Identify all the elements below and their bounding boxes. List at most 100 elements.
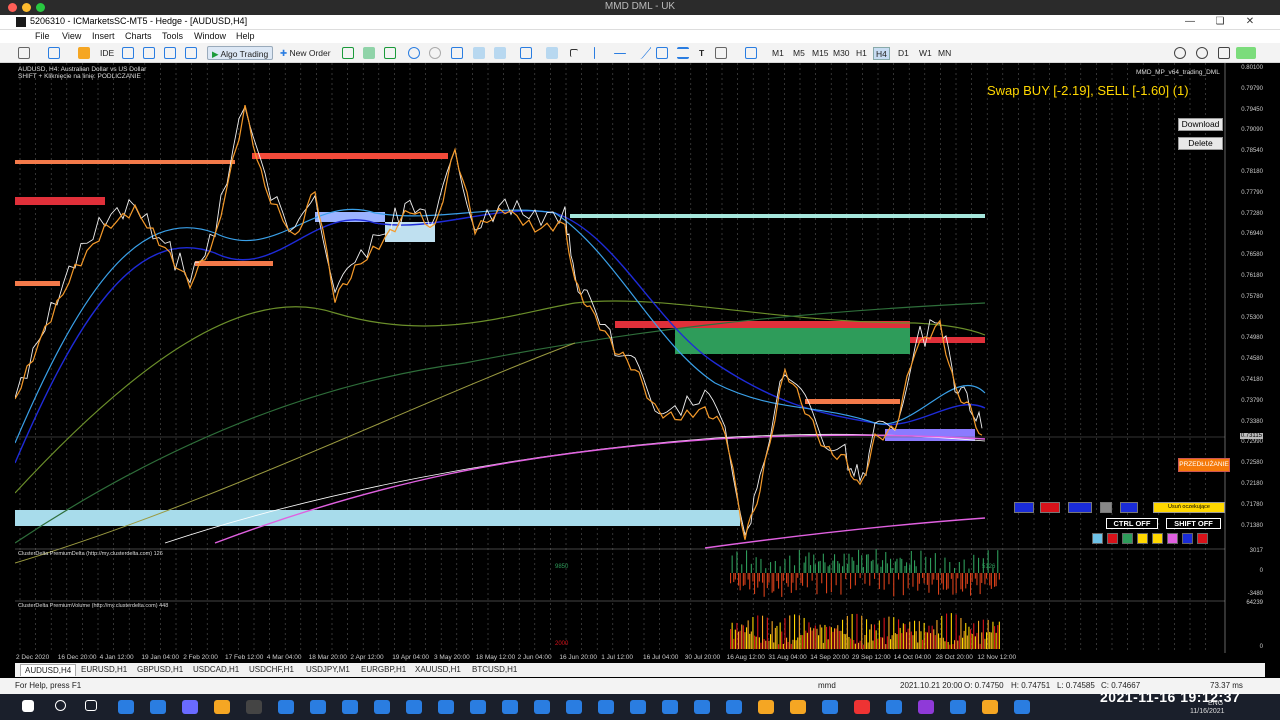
ctrl-off-button[interactable]: CTRL OFF: [1106, 518, 1158, 529]
fibonacci-icon[interactable]: [677, 47, 689, 59]
new-order-button[interactable]: ✚ New Order: [277, 46, 334, 60]
taskbar-app-icon[interactable]: [790, 700, 806, 714]
taskbar-app-icon[interactable]: [630, 700, 646, 714]
shapes-icon[interactable]: [715, 47, 727, 59]
cursor-icon[interactable]: [546, 47, 558, 59]
grey-button[interactable]: [1100, 502, 1112, 513]
blue-button[interactable]: [1068, 502, 1092, 513]
taskbar-app-icon[interactable]: [406, 700, 422, 714]
period-icon[interactable]: [745, 47, 757, 59]
delete-button[interactable]: Delete: [1178, 137, 1223, 150]
taskbar-app-icon[interactable]: [886, 700, 902, 714]
symbol-tab[interactable]: EURGBP,H1: [357, 664, 410, 676]
task-view-icon[interactable]: [85, 700, 97, 711]
text-tool-icon[interactable]: T: [699, 46, 704, 60]
taskbar-app-icon[interactable]: [854, 700, 870, 714]
minimize-icon[interactable]: —: [1175, 15, 1205, 30]
chart-area[interactable]: AUDUSD, H4: Australian Dollar vs US Doll…: [15, 63, 1265, 663]
taskbar-app-icon[interactable]: [566, 700, 582, 714]
close-icon[interactable]: ✕: [1235, 15, 1265, 30]
taskbar-app-icon[interactable]: [310, 700, 326, 714]
download-button[interactable]: Download: [1178, 118, 1223, 131]
restore-icon[interactable]: ❏: [1205, 15, 1235, 30]
color-swatch-button[interactable]: [1107, 533, 1118, 544]
taskbar-app-icon[interactable]: [246, 700, 262, 714]
tf-h1[interactable]: H1: [854, 47, 869, 60]
menu-window[interactable]: Window: [194, 31, 226, 41]
color-swatch-button[interactable]: [1092, 533, 1103, 544]
taskbar-app-icon[interactable]: [982, 700, 998, 714]
menu-file[interactable]: File: [35, 31, 50, 41]
candlestick-icon[interactable]: [363, 47, 375, 59]
taskbar-app-icon[interactable]: [150, 700, 166, 714]
red-button[interactable]: [1040, 502, 1060, 513]
taskbar-app-icon[interactable]: [502, 700, 518, 714]
symbol-tab[interactable]: USDCHF,H1: [245, 664, 298, 676]
tf-d1[interactable]: D1: [896, 47, 911, 60]
menu-tools[interactable]: Tools: [162, 31, 183, 41]
taskbar-app-icon[interactable]: [470, 700, 486, 714]
taskbar-app-icon[interactable]: [182, 700, 198, 714]
market-watch-icon[interactable]: [78, 47, 90, 59]
tf-m15[interactable]: M15: [810, 47, 831, 60]
crosshair-icon[interactable]: [570, 49, 578, 57]
taskbar-app-icon[interactable]: [822, 700, 838, 714]
menu-help[interactable]: Help: [236, 31, 255, 41]
language-indicator[interactable]: ENG: [1208, 700, 1223, 707]
navigator-icon[interactable]: [122, 47, 134, 59]
shift-off-button[interactable]: SHIFT OFF: [1166, 518, 1221, 529]
taskbar-app-icon[interactable]: [918, 700, 934, 714]
symbol-tab[interactable]: BTCUSD,H1: [468, 664, 521, 676]
taskbar-app-icon[interactable]: [214, 700, 230, 714]
grid-icon[interactable]: [451, 47, 463, 59]
taskbar-app-icon[interactable]: [598, 700, 614, 714]
symbol-tab[interactable]: AUDUSD,H4: [20, 664, 77, 676]
taskbar-app-icon[interactable]: [438, 700, 454, 714]
tf-m5[interactable]: M5: [791, 47, 807, 60]
taskbar-app-icon[interactable]: [374, 700, 390, 714]
line-chart-icon[interactable]: [384, 47, 396, 59]
algo-trading-button[interactable]: ▶ Algo Trading: [207, 46, 274, 60]
profiles-icon[interactable]: [48, 47, 60, 59]
przedluzanie-button[interactable]: PRZEDŁUŻANIE: [1178, 458, 1230, 472]
chart-shift-icon[interactable]: [494, 47, 506, 59]
tf-h4[interactable]: H4: [873, 47, 890, 60]
zoom-in-icon[interactable]: [408, 47, 420, 59]
menu-charts[interactable]: Charts: [125, 31, 152, 41]
horizontal-line-icon[interactable]: [614, 53, 626, 54]
windows-start-icon[interactable]: [22, 700, 34, 712]
ide-button[interactable]: IDE: [100, 46, 114, 60]
taskbar-app-icon[interactable]: [342, 700, 358, 714]
tf-w1[interactable]: W1: [917, 47, 934, 60]
channel-icon[interactable]: [656, 47, 668, 59]
tf-m30[interactable]: M30: [831, 47, 852, 60]
symbol-tab[interactable]: EURUSD,H1: [77, 664, 131, 676]
nav-left-button[interactable]: [1014, 502, 1034, 513]
taskbar-app-icon[interactable]: [278, 700, 294, 714]
symbol-tab[interactable]: GBPUSD,H1: [133, 664, 187, 676]
zoom-out-icon[interactable]: [429, 47, 441, 59]
color-swatch-button[interactable]: [1122, 533, 1133, 544]
tf-m1[interactable]: M1: [770, 47, 786, 60]
symbol-tab[interactable]: USDCAD,H1: [189, 664, 243, 676]
vertical-line-icon[interactable]: [594, 47, 595, 59]
color-swatch-button[interactable]: [1197, 533, 1208, 544]
terminal-icon[interactable]: [164, 47, 176, 59]
auto-scroll-icon[interactable]: [473, 47, 485, 59]
account-icon[interactable]: [1196, 47, 1208, 59]
taskbar-app-icon[interactable]: [1014, 700, 1030, 714]
chat-icon[interactable]: [1218, 47, 1230, 59]
taskbar-app-icon[interactable]: [694, 700, 710, 714]
taskbar-app-icon[interactable]: [726, 700, 742, 714]
taskbar-app-icon[interactable]: [758, 700, 774, 714]
taskbar-app-icon[interactable]: [118, 700, 134, 714]
menu-view[interactable]: View: [62, 31, 81, 41]
symbol-tab[interactable]: USDJPY,M1: [302, 664, 354, 676]
color-swatch-button[interactable]: [1152, 533, 1163, 544]
trendline-icon[interactable]: [629, 47, 653, 59]
nav-right-button[interactable]: [1120, 502, 1138, 513]
color-swatch-button[interactable]: [1137, 533, 1148, 544]
data-window-icon[interactable]: [143, 47, 155, 59]
tf-mn[interactable]: MN: [936, 47, 953, 60]
bar-chart-icon[interactable]: [342, 47, 354, 59]
